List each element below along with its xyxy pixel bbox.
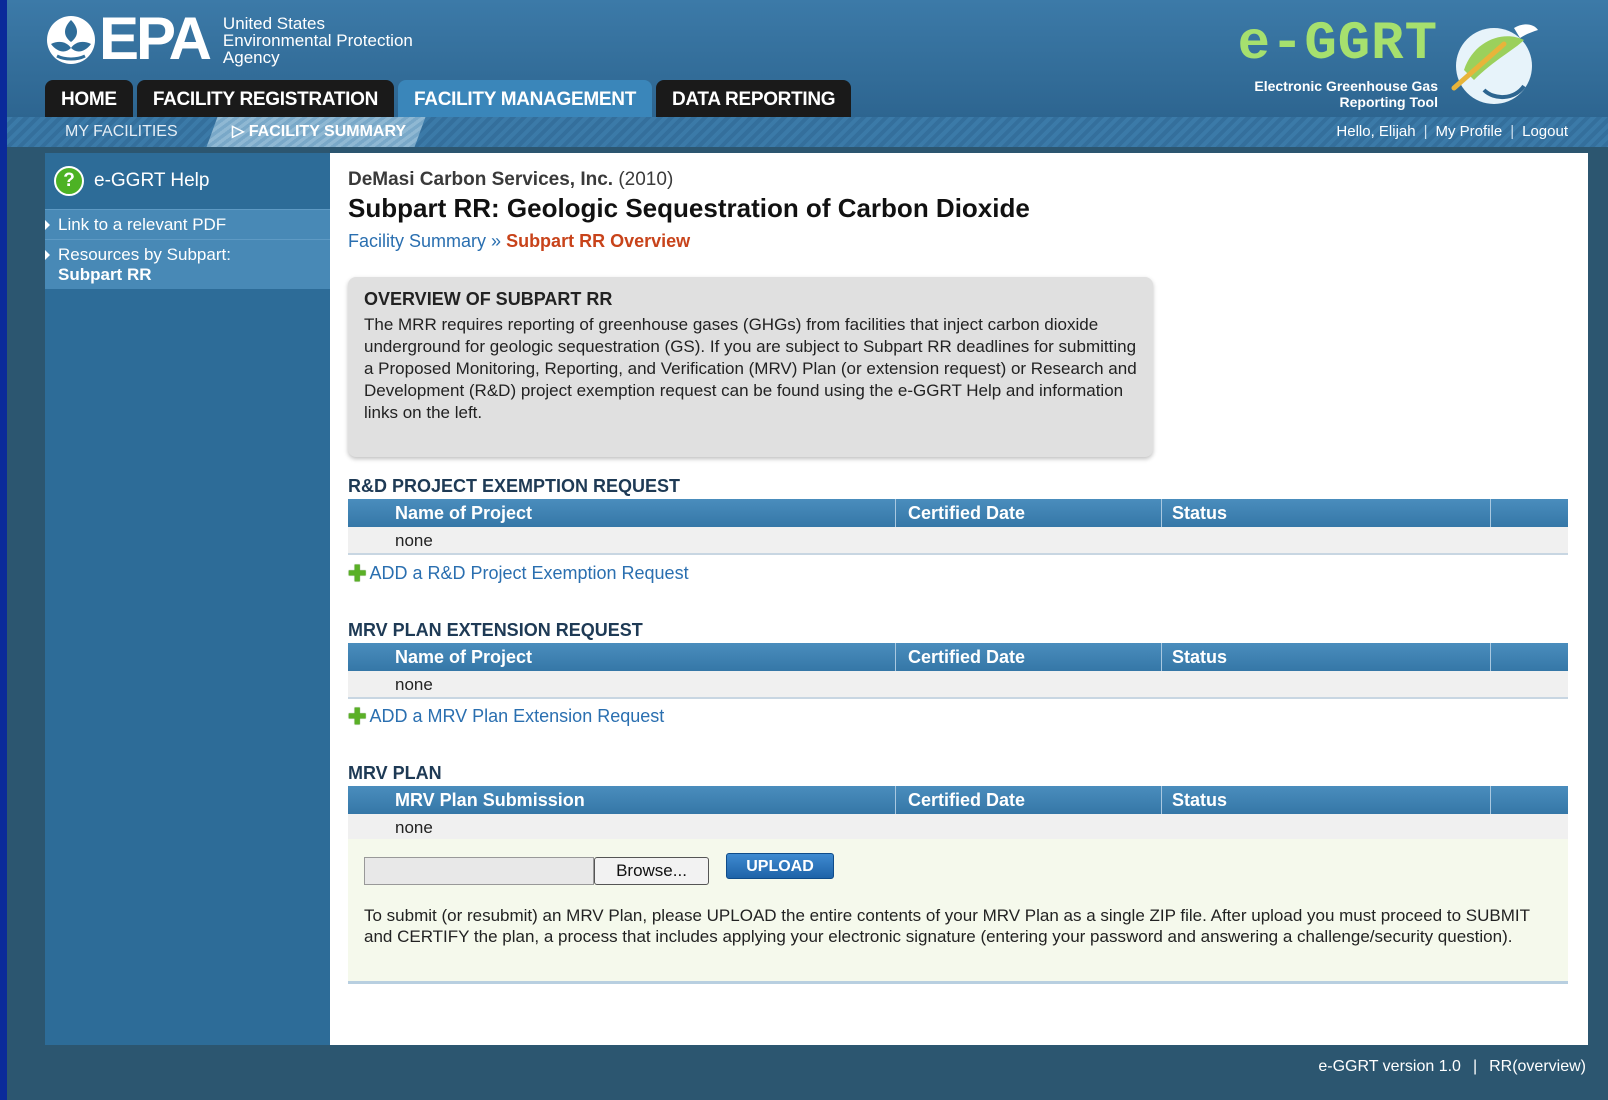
col-status[interactable]: Status <box>1172 643 1227 671</box>
company-name: DeMasi Carbon Services, Inc. (2010) <box>348 169 673 191</box>
col-divider <box>1490 499 1491 527</box>
tab-home[interactable]: HOME <box>45 80 133 117</box>
agency-line: Agency <box>222 48 280 67</box>
col-status[interactable]: Status <box>1172 786 1227 814</box>
subnav-facility-summary-label: FACILITY SUMMARY <box>248 123 407 140</box>
sidebar: ? e-GGRT Help Link to a relevant PDF Res… <box>45 153 330 1045</box>
add-rd-request-link[interactable]: ✚ ADD a R&D Project Exemption Request <box>348 560 689 586</box>
col-divider <box>1161 499 1162 527</box>
agency-line: Environmental Protection <box>222 31 413 50</box>
breadcrumb: Facility Summary » Subpart RR Overview <box>348 231 690 252</box>
col-divider <box>895 499 896 527</box>
col-divider <box>1490 643 1491 671</box>
window-edge <box>0 0 7 1100</box>
ggrt-brand: e-GGRT Electronic Greenhouse Gas Reporti… <box>1198 8 1578 112</box>
overview-box: OVERVIEW OF SUBPART RR The MRR requires … <box>348 277 1153 457</box>
header: EPA United States Environmental Protecti… <box>7 0 1608 117</box>
file-path-input[interactable] <box>364 857 594 885</box>
col-certified-date[interactable]: Certified Date <box>908 786 1025 814</box>
col-certified-date[interactable]: Certified Date <box>908 643 1025 671</box>
overview-title: OVERVIEW OF SUBPART RR <box>364 289 613 309</box>
add-mrv-extension-link[interactable]: ✚ ADD a MRV Plan Extension Request <box>348 703 665 729</box>
table-row: none <box>348 671 1568 699</box>
upload-button[interactable]: UPLOAD <box>726 853 834 879</box>
table-row: none <box>348 814 1568 842</box>
company-label: DeMasi Carbon Services, Inc. <box>348 169 614 190</box>
main-tabs: HOME FACILITY REGISTRATION FACILITY MANA… <box>45 80 855 117</box>
breadcrumb-separator: » <box>491 231 502 251</box>
version-text: e-GGRT version 1.0 <box>1318 1058 1461 1075</box>
col-mrv-plan-submission[interactable]: MRV Plan Submission <box>395 786 585 814</box>
subnav-facility-summary[interactable]: ▷ FACILITY SUMMARY <box>206 117 426 147</box>
user-menu: Hello, Elijah | My Profile | Logout <box>1336 117 1568 147</box>
ggrt-subtitle-line: Electronic Greenhouse Gas <box>1254 78 1438 94</box>
tab-facility-management[interactable]: FACILITY MANAGEMENT <box>398 80 652 117</box>
logout-link[interactable]: Logout <box>1522 117 1568 147</box>
tab-data-reporting[interactable]: DATA REPORTING <box>656 80 852 117</box>
section-title-rd: R&D PROJECT EXEMPTION REQUEST <box>348 476 681 496</box>
col-divider <box>1161 643 1162 671</box>
sidebar-link-label: Link to a relevant PDF <box>58 215 227 234</box>
ggrt-subtitle-line: Reporting Tool <box>1339 94 1439 110</box>
footer: e-GGRT version 1.0 | RR(overview) <box>1318 1058 1586 1076</box>
separator: | <box>1472 1058 1478 1075</box>
table-row: none <box>348 527 1568 555</box>
sidebar-link-label: Resources by Subpart: <box>58 245 231 264</box>
my-profile-link[interactable]: My Profile <box>1436 117 1503 147</box>
help-circle-icon: ? <box>54 166 84 196</box>
browse-button[interactable]: Browse... <box>594 857 709 885</box>
agency-name: United States Environmental Protection A… <box>223 15 413 66</box>
reporting-year: (2010) <box>618 169 674 190</box>
add-link-label: ADD a R&D Project Exemption Request <box>369 563 689 583</box>
table-header: MRV Plan Submission Certified Date Statu… <box>348 786 1568 814</box>
agency-line: United States <box>222 14 325 33</box>
page-title: Subpart RR: Geologic Sequestration of Ca… <box>348 193 1030 223</box>
tab-facility-registration[interactable]: FACILITY REGISTRATION <box>136 80 395 117</box>
app-window: EPA United States Environmental Protecti… <box>0 0 1608 1100</box>
sidebar-link-pdf[interactable]: Link to a relevant PDF <box>45 209 330 239</box>
breadcrumb-current: Subpart RR Overview <box>506 231 691 251</box>
separator: | <box>1423 123 1428 140</box>
plus-icon: ✚ <box>348 703 367 729</box>
col-divider <box>1161 786 1162 814</box>
epa-wordmark: EPA <box>99 5 212 72</box>
sidebar-help-label: e-GGRT Help <box>94 170 210 191</box>
mrv-extension-table: Name of Project Certified Date Status no… <box>348 643 1568 699</box>
col-divider <box>895 643 896 671</box>
section-title-mrv-extension: MRV PLAN EXTENSION REQUEST <box>348 620 643 640</box>
upload-instructions: To submit (or resubmit) an MRV Plan, ple… <box>364 906 1530 946</box>
plus-icon: ✚ <box>348 560 367 586</box>
epa-logo[interactable]: EPA United States Environmental Protecti… <box>45 5 413 72</box>
table-header: Name of Project Certified Date Status <box>348 643 1568 671</box>
epa-flower-icon <box>47 16 95 64</box>
sidebar-link-resources[interactable]: Resources by Subpart: Subpart RR <box>45 239 330 289</box>
user-greeting: Hello, Elijah <box>1336 123 1416 140</box>
ggrt-title: e-GGRT <box>1237 14 1438 75</box>
add-link-label: ADD a MRV Plan Extension Request <box>369 706 665 726</box>
upload-panel: Browse... UPLOAD To submit (or resubmit)… <box>348 839 1568 984</box>
rd-table: Name of Project Certified Date Status no… <box>348 499 1568 555</box>
col-name-of-project[interactable]: Name of Project <box>395 499 532 527</box>
sub-navigation: MY FACILITIES ▷ FACILITY SUMMARY Hello, … <box>7 117 1608 147</box>
breadcrumb-facility-summary[interactable]: Facility Summary <box>348 231 486 251</box>
page-id: RR(overview) <box>1489 1058 1586 1075</box>
sidebar-link-subpart: Subpart RR <box>58 265 152 284</box>
mrv-plan-table: MRV Plan Submission Certified Date Statu… <box>348 786 1568 842</box>
play-arrow-icon: ▷ <box>232 123 249 140</box>
overview-body: The MRR requires reporting of greenhouse… <box>364 315 1137 422</box>
separator: | <box>1510 123 1515 140</box>
col-divider <box>1490 786 1491 814</box>
bird-logo-icon <box>1451 24 1538 104</box>
col-name-of-project[interactable]: Name of Project <box>395 643 532 671</box>
ggrt-subtitle: Electronic Greenhouse Gas Reporting Tool <box>1254 78 1438 110</box>
subnav-facility-summary-inner: ▷ FACILITY SUMMARY <box>232 117 406 147</box>
main-content: DeMasi Carbon Services, Inc. (2010) Subp… <box>330 153 1588 1045</box>
col-certified-date[interactable]: Certified Date <box>908 499 1025 527</box>
table-header: Name of Project Certified Date Status <box>348 499 1568 527</box>
col-status[interactable]: Status <box>1172 499 1227 527</box>
subnav-my-facilities[interactable]: MY FACILITIES <box>65 117 178 147</box>
col-divider <box>895 786 896 814</box>
section-title-mrv-plan: MRV PLAN <box>348 763 442 783</box>
sidebar-help[interactable]: ? e-GGRT Help <box>45 153 330 209</box>
